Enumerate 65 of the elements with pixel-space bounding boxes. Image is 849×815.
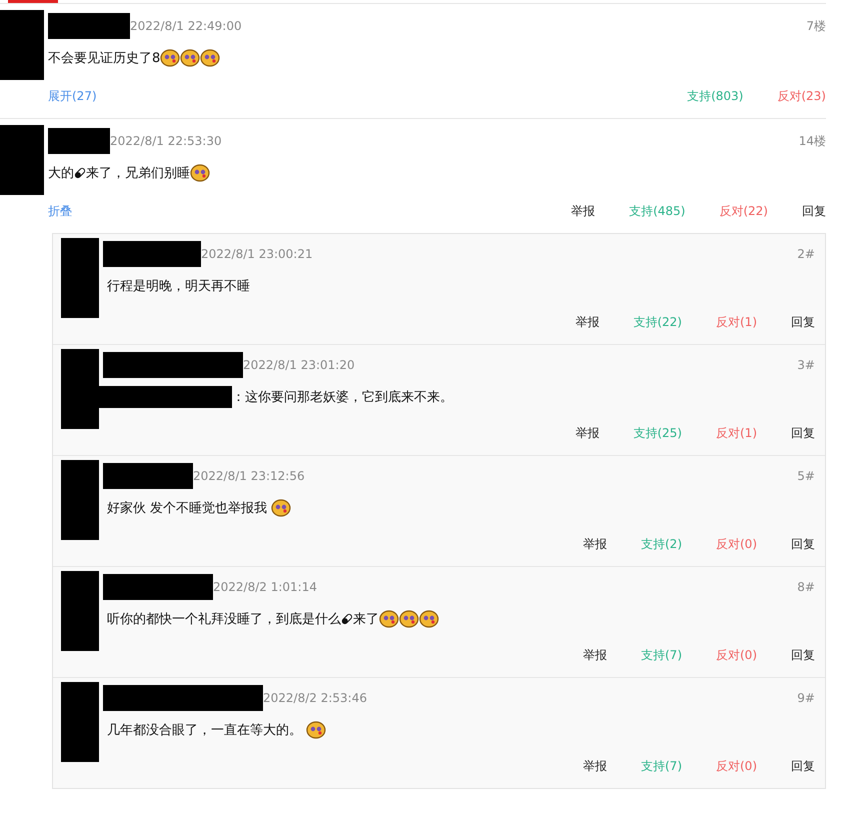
floor-number: 14楼 xyxy=(798,132,826,150)
report-link[interactable]: 举报 xyxy=(571,202,596,220)
post-time: 2022/8/2 2:53:46 xyxy=(263,691,367,705)
comment-text: 大的 xyxy=(48,165,74,182)
post-time: 2022/8/1 22:49:00 xyxy=(130,19,242,33)
post-time: 2022/8/1 22:53:30 xyxy=(110,134,222,148)
comment-text: 听你的都快一个礼拜没睡了，到底是什么 xyxy=(107,611,341,628)
reply-link[interactable]: 回复 xyxy=(802,202,826,220)
reply-link[interactable]: 回复 xyxy=(791,424,815,442)
support-link[interactable]: 支持(7) xyxy=(641,758,682,774)
emoji-icon xyxy=(399,610,419,628)
comment-text: 行程是明晚，明天再不睡 xyxy=(107,278,250,295)
floor-number: 3# xyxy=(797,358,815,372)
comment-text: 几年都没合眼了，一直在等大的。 xyxy=(107,722,303,739)
support-link[interactable]: 支持(803) xyxy=(687,88,744,104)
redaction-block xyxy=(0,10,44,80)
report-link[interactable]: 举报 xyxy=(583,536,607,552)
support-link[interactable]: 支持(22) xyxy=(633,314,682,330)
support-link[interactable]: 支持(485) xyxy=(629,202,686,220)
support-link[interactable]: 支持(25) xyxy=(633,424,682,442)
reply-link[interactable]: 回复 xyxy=(791,646,815,664)
pill-icon xyxy=(74,167,86,179)
emoji-icon xyxy=(419,610,439,628)
report-link[interactable]: 举报 xyxy=(583,758,607,774)
post-time: 2022/8/2 1:01:14 xyxy=(213,580,317,594)
floor-number: 9# xyxy=(797,691,815,705)
reply-link[interactable]: 回复 xyxy=(791,758,815,774)
emoji-icon xyxy=(180,49,200,67)
floor-number: 8# xyxy=(797,580,815,594)
support-link[interactable]: 支持(2) xyxy=(641,536,682,552)
emoji-icon xyxy=(271,499,292,517)
oppose-link[interactable]: 反对(0) xyxy=(716,758,757,774)
reply-link[interactable]: 回复 xyxy=(791,314,815,330)
floor-number: 5# xyxy=(797,469,815,483)
emoji-icon xyxy=(160,49,180,67)
emoji-icon xyxy=(306,721,326,739)
floor-number: 7楼 xyxy=(806,18,826,34)
emoji-icon xyxy=(379,610,399,628)
emoji-icon xyxy=(190,164,210,182)
redaction-block xyxy=(48,128,110,154)
oppose-link[interactable]: 反对(1) xyxy=(716,314,757,330)
oppose-link[interactable]: 反对(22) xyxy=(719,202,768,220)
report-link[interactable]: 举报 xyxy=(575,424,600,442)
floor-number: 2# xyxy=(797,247,815,261)
post-time: 2022/8/1 23:00:21 xyxy=(201,247,313,261)
reply-link[interactable]: 回复 xyxy=(791,536,815,552)
toggle-link[interactable]: 折叠 xyxy=(48,202,72,220)
redaction-block xyxy=(0,125,44,195)
oppose-link[interactable]: 反对(0) xyxy=(716,646,757,664)
pill-icon xyxy=(341,613,353,625)
post-time: 2022/8/1 23:01:20 xyxy=(243,358,355,372)
report-link[interactable]: 举报 xyxy=(583,646,607,664)
toggle-link[interactable]: 展开(27) xyxy=(48,88,97,104)
comment-text: 不会要见证历史了8 xyxy=(48,50,160,67)
comment-text: ：这你要问那老妖婆，它到底来不来。 xyxy=(232,389,453,406)
report-link[interactable]: 举报 xyxy=(575,314,600,330)
emoji-icon xyxy=(200,49,220,67)
oppose-link[interactable]: 反对(23) xyxy=(777,88,826,104)
support-link[interactable]: 支持(7) xyxy=(641,646,682,664)
oppose-link[interactable]: 反对(0) xyxy=(716,536,757,552)
comment-text: 好家伙 发个不睡觉也举报我 xyxy=(107,500,268,517)
oppose-link[interactable]: 反对(1) xyxy=(716,424,757,442)
comment-text: 来了，兄弟们别睡 xyxy=(86,165,190,182)
post-time: 2022/8/1 23:12:56 xyxy=(193,469,305,483)
comment-text: 来了 xyxy=(353,611,379,628)
